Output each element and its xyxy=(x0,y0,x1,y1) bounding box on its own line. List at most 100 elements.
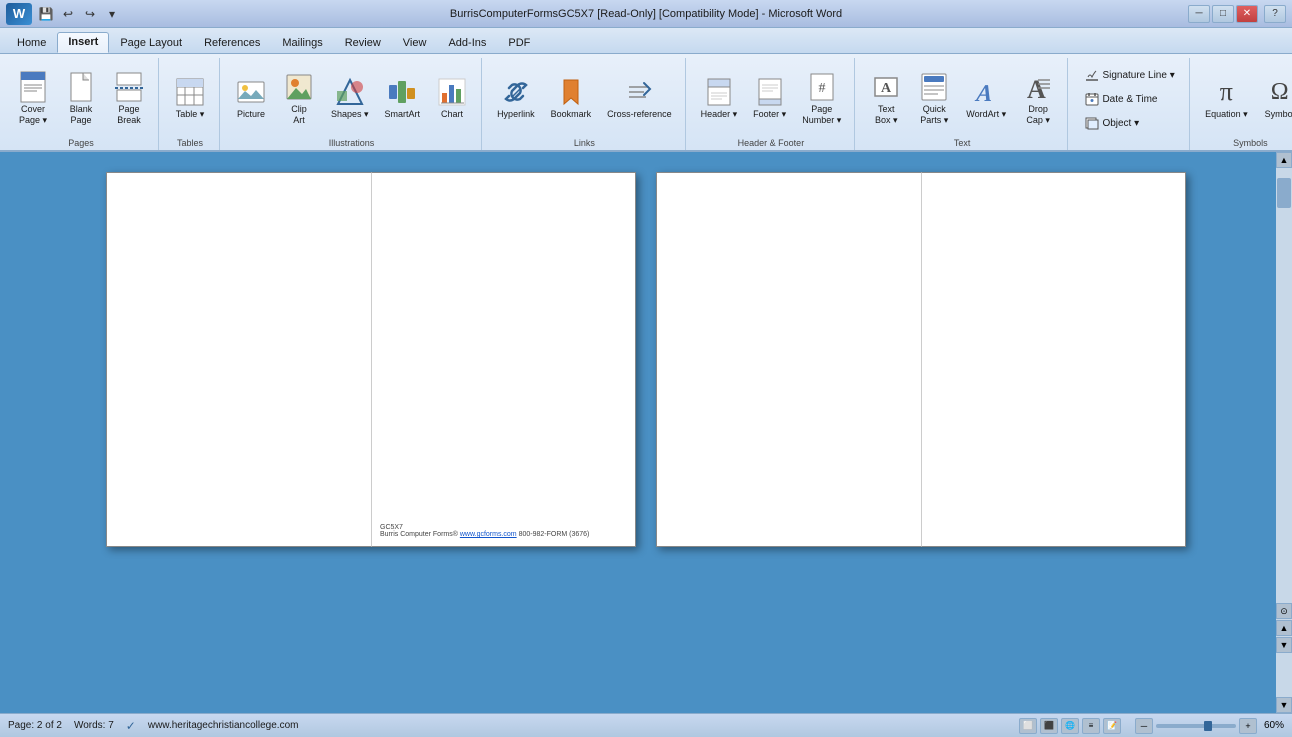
tab-review[interactable]: Review xyxy=(334,33,392,53)
smartart-label: SmartArt xyxy=(385,109,421,120)
outline-view-button[interactable]: ≡ xyxy=(1082,718,1100,734)
shapes-label: Shapes ▾ xyxy=(331,109,369,120)
text-box-label: TextBox ▾ xyxy=(875,104,898,126)
zoom-out-button[interactable]: ─ xyxy=(1135,718,1153,734)
equation-icon: π xyxy=(1210,76,1242,108)
clip-art-button[interactable]: ClipArt xyxy=(276,67,322,130)
cover-page-label: CoverPage ▾ xyxy=(19,104,47,126)
content-area: GC5X7 Burris Computer Forms® www.gcforms… xyxy=(0,152,1292,713)
hyperlink-button[interactable]: Hyperlink xyxy=(490,72,542,124)
drop-cap-button[interactable]: A DropCap ▾ xyxy=(1015,67,1061,130)
signature-line-icon xyxy=(1084,67,1100,83)
select-browse-button[interactable]: ⊙ xyxy=(1276,603,1292,619)
save-button[interactable]: 💾 xyxy=(36,4,56,24)
wordart-button[interactable]: A WordArt ▾ xyxy=(959,72,1013,124)
zoom-slider[interactable] xyxy=(1156,724,1236,728)
title-bar-left: W 💾 ↩ ↪ ▾ xyxy=(6,3,122,25)
footer-button[interactable]: Footer ▾ xyxy=(746,72,793,124)
web-view-button[interactable]: 🌐 xyxy=(1061,718,1079,734)
page-number-button[interactable]: # PageNumber ▾ xyxy=(795,67,848,130)
page-1-footer: GC5X7 Burris Computer Forms® www.gcforms… xyxy=(380,524,589,538)
signature-line-button[interactable]: Signature Line ▾ xyxy=(1079,64,1179,86)
title-bar: W 💾 ↩ ↪ ▾ BurrisComputerFormsGC5X7 [Read… xyxy=(0,0,1292,28)
scrollbar: ▲ ⊙ ▲ ▼ ▼ xyxy=(1276,152,1292,713)
symbol-icon: Ω xyxy=(1264,76,1292,108)
bookmark-button[interactable]: Bookmark xyxy=(544,72,599,124)
svg-text:#: # xyxy=(818,81,825,96)
table-button[interactable]: Table ▾ xyxy=(167,72,213,124)
date-time-icon xyxy=(1084,91,1100,107)
browse-next-button[interactable]: ▼ xyxy=(1276,637,1292,653)
word-count: Words: 7 xyxy=(74,720,114,731)
page-1-left xyxy=(106,172,371,547)
equation-label: Equation ▾ xyxy=(1205,109,1248,120)
document-area[interactable]: GC5X7 Burris Computer Forms® www.gcforms… xyxy=(0,152,1292,713)
picture-button[interactable]: Picture xyxy=(228,72,274,124)
footer-line-2: Burris Computer Forms® www.gcforms.com 8… xyxy=(380,531,589,538)
footer-link[interactable]: www.gcforms.com xyxy=(460,531,517,538)
tab-page-layout[interactable]: Page Layout xyxy=(109,33,193,53)
header-button[interactable]: Header ▾ xyxy=(694,72,745,124)
bookmark-label: Bookmark xyxy=(551,109,592,120)
spell-check-icon[interactable]: ✓ xyxy=(126,719,136,733)
blank-page-button[interactable]: BlankPage xyxy=(58,67,104,130)
text-box-button[interactable]: A TextBox ▾ xyxy=(863,67,909,130)
shapes-button[interactable]: Shapes ▾ xyxy=(324,72,376,124)
website-url: www.heritagechristiancollege.com xyxy=(148,720,299,731)
help-button[interactable]: ? xyxy=(1264,5,1286,23)
tab-home[interactable]: Home xyxy=(6,33,57,53)
smartart-button[interactable]: SmartArt xyxy=(378,72,428,124)
quick-parts-button[interactable]: QuickParts ▾ xyxy=(911,67,957,130)
zoom-in-button[interactable]: + xyxy=(1239,718,1257,734)
draft-view-button[interactable]: 📝 xyxy=(1103,718,1121,734)
equation-button[interactable]: π Equation ▾ xyxy=(1198,72,1255,124)
page-break-button[interactable]: PageBreak xyxy=(106,67,152,130)
symbol-button[interactable]: Ω Symbol xyxy=(1257,72,1292,124)
ribbon-group-symbols: π Equation ▾ Ω Symbol Symbols xyxy=(1192,58,1292,150)
header-label: Header ▾ xyxy=(701,109,738,120)
page-number-label: PageNumber ▾ xyxy=(802,104,841,126)
tab-addins[interactable]: Add-Ins xyxy=(437,33,497,53)
footer-icon xyxy=(754,76,786,108)
tab-view[interactable]: View xyxy=(392,33,438,53)
object-label: Object ▾ xyxy=(1102,118,1139,129)
restore-button[interactable]: □ xyxy=(1212,5,1234,23)
close-button[interactable]: ✕ xyxy=(1236,5,1258,23)
quick-access-dropdown[interactable]: ▾ xyxy=(102,4,122,24)
illustrations-group-label: Illustrations xyxy=(222,138,481,148)
symbols-group-label: Symbols xyxy=(1192,138,1292,148)
tab-mailings[interactable]: Mailings xyxy=(271,33,333,53)
tab-references[interactable]: References xyxy=(193,33,271,53)
tab-insert[interactable]: Insert xyxy=(57,32,109,53)
cross-reference-button[interactable]: Cross-reference xyxy=(600,72,679,124)
full-screen-view-button[interactable]: ⬛ xyxy=(1040,718,1058,734)
table-label: Table ▾ xyxy=(176,109,205,120)
date-time-button[interactable]: Date & Time xyxy=(1079,88,1162,110)
zoom-controls: ⬜ ⬛ 🌐 ≡ 📝 ─ + 60% xyxy=(1019,718,1284,734)
header-footer-group-label: Header & Footer xyxy=(688,138,855,148)
scroll-down-button[interactable]: ▼ xyxy=(1276,697,1292,713)
page-count: Page: 2 of 2 xyxy=(8,720,62,731)
chart-button[interactable]: Chart xyxy=(429,72,475,124)
ribbon-group-right-text: Signature Line ▾ Date & Time Object ▾ xyxy=(1070,58,1190,150)
header-icon xyxy=(703,76,735,108)
redo-button[interactable]: ↪ xyxy=(80,4,100,24)
undo-button[interactable]: ↩ xyxy=(58,4,78,24)
zoom-level: 60% xyxy=(1264,720,1284,731)
ribbon-group-header-footer: Header ▾ Footer ▾ # PageNumber ▾ Header … xyxy=(688,58,856,150)
scroll-thumb[interactable] xyxy=(1277,178,1291,208)
ribbon-group-tables: Table ▾ Tables xyxy=(161,58,220,150)
ribbon-group-illustrations: Picture ClipArt Shapes ▾ xyxy=(222,58,482,150)
object-button[interactable]: Object ▾ xyxy=(1079,112,1144,134)
print-layout-view-button[interactable]: ⬜ xyxy=(1019,718,1037,734)
page-2-right xyxy=(921,172,1186,547)
cover-page-button[interactable]: CoverPage ▾ xyxy=(10,67,56,130)
scroll-nav-icons: ⊙ ▲ ▼ xyxy=(1276,603,1292,653)
title-bar-title: BurrisComputerFormsGC5X7 [Read-Only] [Co… xyxy=(450,8,842,20)
page-number-icon: # xyxy=(806,71,838,103)
table-icon xyxy=(174,76,206,108)
minimize-button[interactable]: ─ xyxy=(1188,5,1210,23)
tab-pdf[interactable]: PDF xyxy=(497,33,541,53)
scroll-up-button[interactable]: ▲ xyxy=(1276,152,1292,168)
browse-prev-button[interactable]: ▲ xyxy=(1276,620,1292,636)
